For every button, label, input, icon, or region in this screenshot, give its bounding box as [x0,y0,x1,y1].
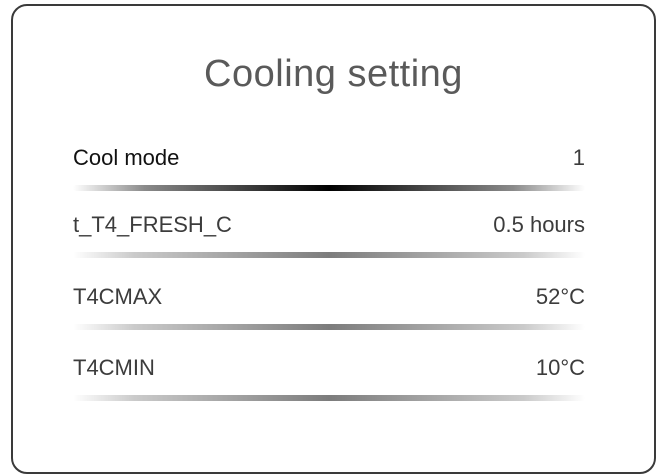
row-divider [73,395,585,401]
setting-row-cool-mode[interactable]: Cool mode 1 [73,145,585,201]
setting-label: Cool mode [73,145,180,170]
row-divider [73,252,585,258]
setting-value: 10°C [535,355,585,380]
setting-label: T4CMIN [73,355,155,380]
row-divider [73,324,585,330]
setting-value: 52°C [535,284,585,309]
setting-label: T4CMAX [73,284,163,309]
panel-title: Cooling setting [204,53,463,95]
setting-row-t4cmin[interactable]: T4CMIN 10°C [73,355,585,411]
setting-label: t_T4_FRESH_C [73,212,232,237]
cooling-setting-panel: Cooling setting Cool mode 1 t_T4_FRESH_C… [11,4,656,474]
setting-value: 0.5 hours [493,212,585,237]
setting-row-t4cmax[interactable]: T4CMAX 52°C [73,284,585,340]
setting-row-t4-fresh-c[interactable]: t_T4_FRESH_C 0.5 hours [73,212,585,268]
setting-value: 1 [572,145,585,170]
selected-row-divider [73,185,585,191]
